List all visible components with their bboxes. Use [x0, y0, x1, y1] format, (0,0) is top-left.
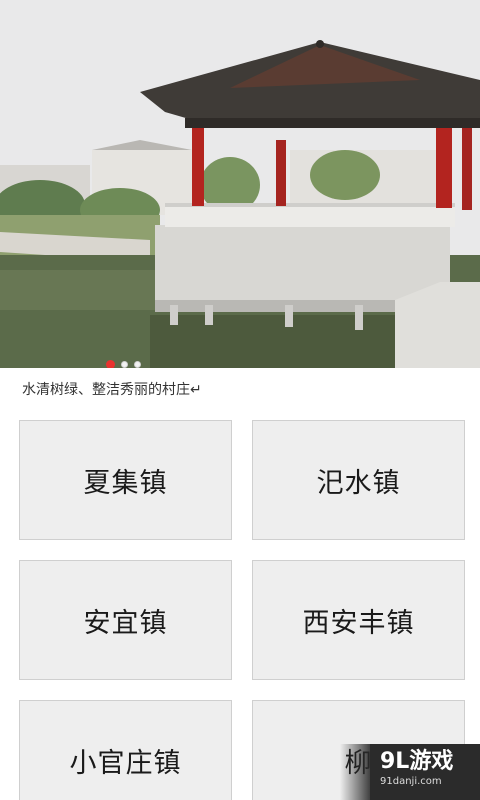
- watermark-url: 91danji.com: [380, 776, 442, 787]
- watermark-fade: [340, 744, 372, 800]
- carousel-dot-1[interactable]: [106, 359, 115, 368]
- watermark-badge: 9L游戏 91danji.com: [370, 744, 480, 800]
- town-button-xiaoguanzhuang[interactable]: 小官庄镇: [19, 700, 232, 800]
- town-button-xiaji[interactable]: 夏集镇: [19, 420, 232, 540]
- banner-carousel[interactable]: [0, 0, 480, 368]
- town-button-anyi[interactable]: 安宜镇: [19, 560, 232, 680]
- carousel-dot-2[interactable]: [121, 360, 128, 368]
- banner-caption: 水清树绿、整洁秀丽的村庄↵: [22, 382, 202, 398]
- carousel-dot-3[interactable]: [134, 360, 141, 368]
- town-button-sishui[interactable]: 汜水镇: [252, 420, 465, 540]
- watermark-logo: 9L游戏: [380, 749, 454, 774]
- town-button-xianfeng[interactable]: 西安丰镇: [252, 560, 465, 680]
- carousel-indicator[interactable]: [106, 358, 141, 368]
- pavilion-landscape-photo: [0, 0, 480, 368]
